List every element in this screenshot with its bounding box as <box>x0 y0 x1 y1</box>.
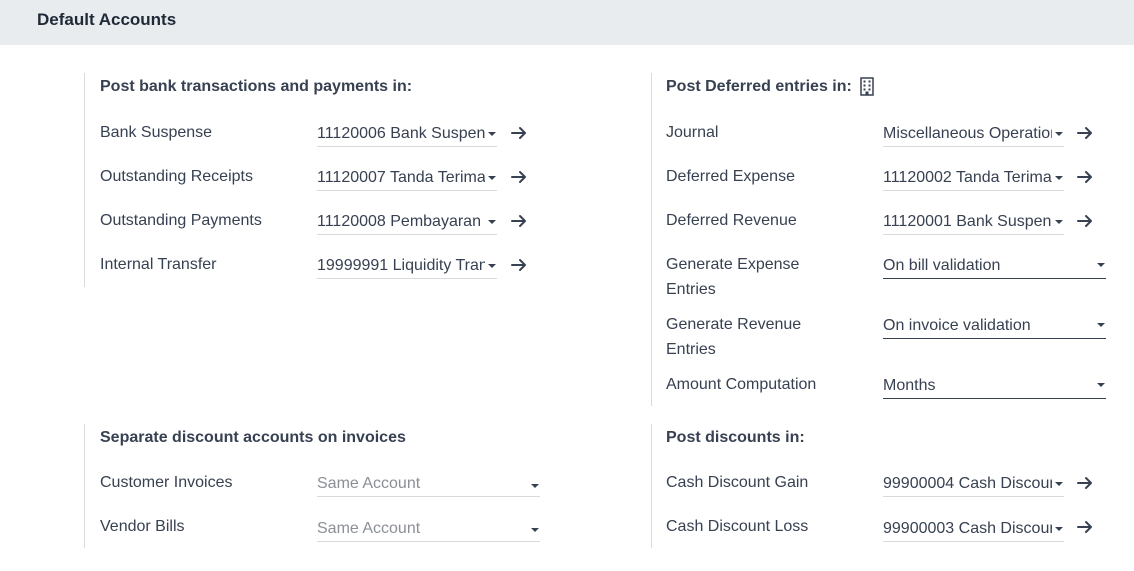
outstanding-receipts-label: Outstanding Receipts <box>100 168 253 185</box>
vendor-bills-field[interactable]: Same Account <box>317 516 540 542</box>
chevron-down-icon[interactable] <box>1055 482 1063 486</box>
generate-expense-label-line2: Entries <box>666 281 716 298</box>
section-title: Default Accounts <box>37 10 177 29</box>
discount-accounts-title: Separate discount accounts on invoices <box>100 429 406 446</box>
outstanding-payments-field[interactable]: 11120008 Pembayaran <box>317 209 497 235</box>
generate-expense-label-line1: Generate Expense <box>666 256 800 273</box>
chevron-down-icon[interactable] <box>488 132 496 136</box>
discount-accounts-block <box>84 424 85 548</box>
cash-discount-loss-value[interactable]: 99900003 Cash Discount Loss <box>883 516 1052 541</box>
amount-computation-select[interactable]: Months <box>883 373 1106 399</box>
arrow-right-icon[interactable] <box>511 170 527 184</box>
outstanding-receipts-value[interactable]: 11120007 Tanda Terima <box>317 165 485 190</box>
deferred-block-title: Post Deferred entries in: <box>666 78 852 95</box>
amount-computation-value[interactable]: Months <box>883 373 1083 398</box>
generate-expense-label: Generate Expense Entries <box>666 252 799 302</box>
chevron-down-icon[interactable] <box>1055 527 1063 531</box>
chevron-down-icon[interactable] <box>1055 220 1063 224</box>
chevron-down-icon[interactable] <box>488 264 496 268</box>
arrow-right-icon[interactable] <box>1077 126 1093 140</box>
section-header: Default Accounts <box>0 0 1134 45</box>
outstanding-payments-value[interactable]: 11120008 Pembayaran <box>317 209 485 234</box>
deferred-expense-label: Deferred Expense <box>666 168 795 185</box>
arrow-right-icon[interactable] <box>1077 170 1093 184</box>
outstanding-receipts-field[interactable]: 11120007 Tanda Terima <box>317 165 497 191</box>
journal-label: Journal <box>666 124 719 141</box>
chevron-down-icon[interactable] <box>1055 176 1063 180</box>
vendor-bills-placeholder[interactable]: Same Account <box>317 516 517 541</box>
cash-discount-loss-label: Cash Discount Loss <box>666 518 809 535</box>
chevron-down-icon[interactable] <box>1097 263 1105 267</box>
vendor-bills-label: Vendor Bills <box>100 518 185 535</box>
arrow-right-icon[interactable] <box>511 258 527 272</box>
cash-discount-gain-label: Cash Discount Gain <box>666 474 809 491</box>
cash-discount-gain-value[interactable]: 99900004 Cash Discount Gain <box>883 471 1052 496</box>
deferred-revenue-label: Deferred Revenue <box>666 212 797 229</box>
chevron-down-icon[interactable] <box>488 176 496 180</box>
arrow-right-icon[interactable] <box>1077 520 1093 534</box>
deferred-expense-value[interactable]: 11120002 Tanda Terima <box>883 165 1052 190</box>
bank-suspense-field[interactable]: 11120006 Bank Suspense <box>317 121 497 147</box>
internal-transfer-value[interactable]: 19999991 Liquidity Transfer <box>317 253 485 278</box>
deferred-revenue-value[interactable]: 11120001 Bank Suspense <box>883 209 1052 234</box>
chevron-down-icon[interactable] <box>488 220 496 224</box>
outstanding-payments-label: Outstanding Payments <box>100 212 262 229</box>
bank-block <box>84 73 85 287</box>
internal-transfer-label: Internal Transfer <box>100 256 217 273</box>
deferred-block <box>651 73 652 406</box>
arrow-right-icon[interactable] <box>511 214 527 228</box>
bank-suspense-value[interactable]: 11120006 Bank Suspense <box>317 121 485 146</box>
chevron-down-icon[interactable] <box>1097 383 1105 387</box>
customer-invoices-label: Customer Invoices <box>100 474 233 491</box>
amount-computation-label: Amount Computation <box>666 376 817 393</box>
chevron-down-icon[interactable] <box>1097 323 1105 327</box>
customer-invoices-placeholder[interactable]: Same Account <box>317 471 517 496</box>
journal-value[interactable]: Miscellaneous Operations <box>883 121 1052 146</box>
arrow-right-icon[interactable] <box>1077 476 1093 490</box>
chevron-down-icon[interactable] <box>531 484 539 488</box>
generate-expense-value[interactable]: On bill validation <box>883 253 1083 278</box>
bank-block-title: Post bank transactions and payments in: <box>100 78 413 95</box>
deferred-revenue-field[interactable]: 11120001 Bank Suspense <box>883 209 1064 235</box>
cash-discount-gain-field[interactable]: 99900004 Cash Discount Gain <box>883 471 1064 497</box>
internal-transfer-field[interactable]: 19999991 Liquidity Transfer <box>317 253 497 279</box>
bank-suspense-label: Bank Suspense <box>100 124 213 141</box>
post-discounts-title: Post discounts in: <box>666 429 805 446</box>
building-icon <box>860 77 874 96</box>
arrow-right-icon[interactable] <box>511 126 527 140</box>
chevron-down-icon[interactable] <box>531 528 539 532</box>
generate-revenue-label-line2: Entries <box>666 341 716 358</box>
post-discounts-block <box>651 424 652 548</box>
generate-expense-select[interactable]: On bill validation <box>883 253 1106 279</box>
arrow-right-icon[interactable] <box>1077 214 1093 228</box>
chevron-down-icon[interactable] <box>1055 132 1063 136</box>
cash-discount-loss-field[interactable]: 99900003 Cash Discount Loss <box>883 516 1064 542</box>
generate-revenue-label-line1: Generate Revenue <box>666 316 802 333</box>
generate-revenue-value[interactable]: On invoice validation <box>883 313 1083 338</box>
customer-invoices-field[interactable]: Same Account <box>317 471 540 497</box>
generate-revenue-select[interactable]: On invoice validation <box>883 313 1106 339</box>
journal-field[interactable]: Miscellaneous Operations <box>883 121 1064 147</box>
deferred-expense-field[interactable]: 11120002 Tanda Terima <box>883 165 1064 191</box>
generate-revenue-label: Generate Revenue Entries <box>666 312 801 362</box>
